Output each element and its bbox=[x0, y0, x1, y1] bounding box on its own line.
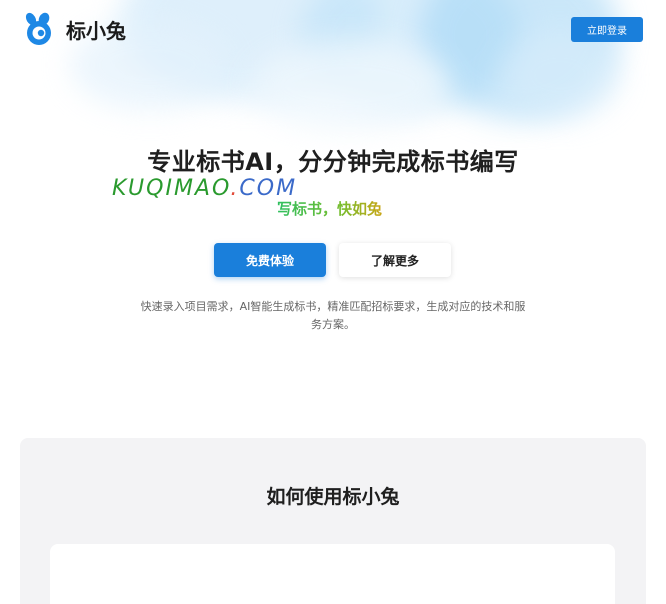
rabbit-logo-icon bbox=[25, 12, 51, 45]
how-to-title: 如何使用标小兔 bbox=[266, 486, 400, 508]
how-to-card bbox=[50, 544, 615, 604]
logo[interactable]: 标小兔 bbox=[22, 12, 126, 46]
hero-description: 快速录入项目需求，AI智能生成标书，精准匹配招标要求，生成对应的技术和服务方案。 bbox=[140, 300, 526, 331]
hero-title: 专业标书AI，分分钟完成标书编写 bbox=[147, 148, 519, 176]
page: 标小兔 立即登录 专业标书AI，分分钟完成标书编写 KUQIMAO.COM 写标… bbox=[0, 0, 666, 604]
brand-name: 标小兔 bbox=[66, 18, 126, 43]
free-trial-button[interactable]: 免费体验 bbox=[214, 243, 326, 277]
slogan: 写标书，快如兔 bbox=[277, 200, 383, 218]
watermark-main: KUQIMAO bbox=[112, 176, 231, 201]
learn-more-button[interactable]: 了解更多 bbox=[339, 243, 451, 277]
how-to-section: 如何使用标小兔 bbox=[20, 438, 646, 604]
watermark: KUQIMAO.COM bbox=[112, 176, 297, 201]
login-button[interactable]: 立即登录 bbox=[571, 17, 643, 42]
